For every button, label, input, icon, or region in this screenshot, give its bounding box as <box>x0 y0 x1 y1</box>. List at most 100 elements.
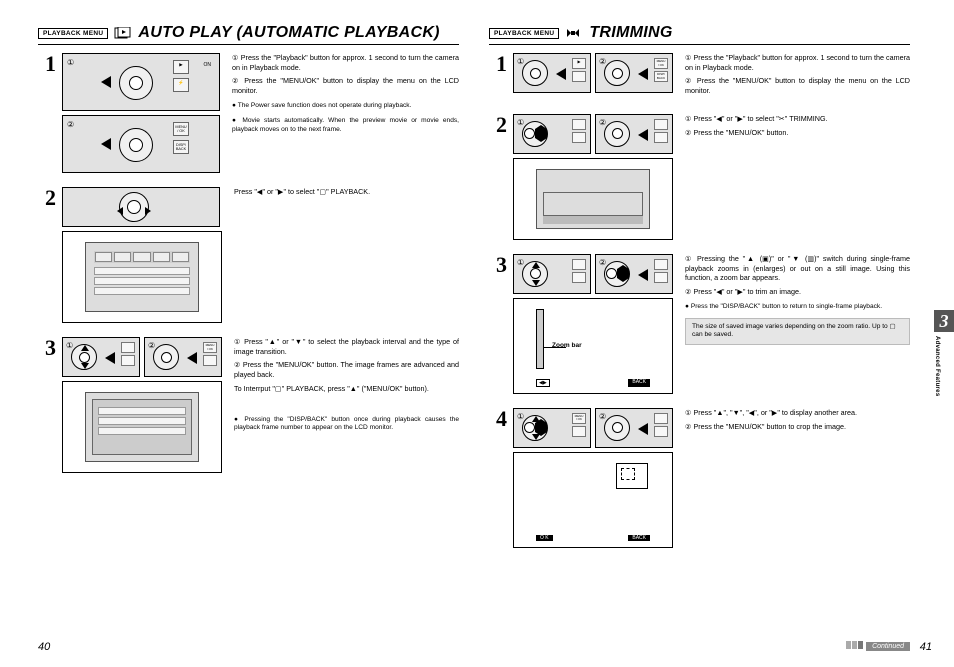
dpad-icon <box>604 121 630 147</box>
down-arrow-icon <box>81 363 89 378</box>
button-column <box>654 413 668 439</box>
instruction-text: ① Press the "Playback" button for approx… <box>232 53 459 72</box>
playback-menu-badge: PLAYBACK MENU <box>38 28 108 39</box>
right-step-2: 2 ① ② <box>489 114 910 240</box>
page-title: TRIMMING <box>589 24 672 42</box>
dpad-icon <box>604 60 630 86</box>
step-number: 3 <box>489 254 507 394</box>
on-label: ON <box>204 62 212 68</box>
lcd-diagram <box>62 381 222 473</box>
continued-bars-icon <box>845 641 863 651</box>
arrow-icon <box>638 269 648 281</box>
button-column <box>654 259 668 285</box>
camera-diagram: ② MENU / OK DISP/ BACK <box>62 115 220 173</box>
note-text: ● Press the "DISP/BACK" button to return… <box>685 303 910 312</box>
continued-label: Continued <box>866 642 910 651</box>
page-title: AUTO PLAY (AUTOMATIC PLAYBACK) <box>138 24 439 42</box>
note-text: ● The Power save function does not opera… <box>232 102 459 111</box>
right-step-4: 4 ① MENU / OK ② <box>489 408 910 548</box>
left-arrow-icon <box>117 207 123 215</box>
instruction-text: ① Press "▲" or "▼" to select the playbac… <box>234 337 459 356</box>
camera-diagram: ① <box>62 337 140 377</box>
instruction-text: ② Press the "MENU/OK" button to display … <box>232 76 459 95</box>
play-button-icon: ▶ <box>173 60 189 74</box>
dpad-icon <box>522 121 548 147</box>
up-arrow-icon <box>532 407 540 422</box>
instruction-text: ② Press "◀" or "▶" to trim an image. <box>685 287 910 297</box>
step-number: 2 <box>489 114 507 240</box>
left-step-3: 3 ① ② MENU / OK <box>38 337 459 473</box>
right-step-3: 3 ① ② <box>489 254 910 394</box>
dpad-icon <box>119 128 153 162</box>
arrow-icon <box>105 352 115 364</box>
instruction-text: ① Press "▲", "▼", "◀", or "▶" to display… <box>685 408 910 418</box>
playback-menu-badge: PLAYBACK MENU <box>489 28 559 39</box>
camera-diagram <box>62 187 220 227</box>
left-step-1: 1 ① ▶ ⚡ ON ② MENU / OK DISP/ BACK <box>38 53 459 173</box>
camera-diagram: ① ▶ ⚡ ON <box>62 53 220 111</box>
step-number: 4 <box>489 408 507 548</box>
ok-label: ◀▶ <box>536 379 550 387</box>
dpad-icon <box>604 415 630 441</box>
camera-diagram: ① <box>513 114 591 154</box>
lcd-diagram: Zoom bar ◀▶ BACK <box>513 298 673 394</box>
right-arrow-icon <box>623 265 629 282</box>
instruction-text: ① Press the "Playback" button for approx… <box>685 53 910 72</box>
instruction-text: ② Press the "MENU/OK" button to display … <box>685 76 910 95</box>
camera-diagram: ② MENU / OK <box>144 337 222 377</box>
page-header-right: PLAYBACK MENU TRIMMING <box>489 24 910 45</box>
right-arrow-icon <box>541 125 547 142</box>
camera-diagram: ① ▶ <box>513 53 591 93</box>
right-arrow-icon <box>541 419 547 436</box>
dpad-icon <box>522 60 548 86</box>
arrow-icon <box>556 68 566 80</box>
chapter-number: 3 <box>934 310 954 332</box>
dpad-icon <box>119 66 153 100</box>
step-number: 3 <box>38 337 56 473</box>
flash-button-icon: ⚡ <box>173 78 189 92</box>
menu-ok-button-icon: MENU / OK <box>173 122 189 136</box>
back-label: BACK <box>628 379 650 387</box>
button-column: MENU / OKDISP/ BACK <box>654 58 668 84</box>
back-label: BACK <box>628 535 650 541</box>
step-number: 1 <box>489 53 507 100</box>
dpad-icon <box>119 192 149 222</box>
arrow-icon <box>638 68 648 80</box>
instruction-text: ① Pressing the "▲ (▣)" or "▼ (▥)" switch… <box>685 254 910 283</box>
instruction-text: ② Press the "MENU/OK" button. <box>685 128 910 138</box>
left-step-2: 2 Press "◀" or "▶" to select "▢" PLAYBAC… <box>38 187 459 323</box>
arrow-icon <box>638 423 648 435</box>
instruction-text: ② Press the "MENU/OK" button to crop the… <box>685 422 910 432</box>
right-arrow-icon <box>145 207 151 215</box>
menu-strip <box>94 251 190 263</box>
note-text: ● Pressing the "DISP/BACK" button once d… <box>234 416 459 434</box>
page-number-left: 40 <box>38 641 50 653</box>
lcd-diagram <box>62 231 222 323</box>
button-column: ▶ <box>572 58 586 84</box>
camera-diagram: ① MENU / OK <box>513 408 591 448</box>
instruction-text: ① Press "◀" or "▶" to select "✂" TRIMMIN… <box>685 114 910 124</box>
arrow-icon <box>101 138 111 150</box>
disp-back-button-icon: DISP/ BACK <box>173 140 189 154</box>
autoplay-icon <box>114 27 132 39</box>
camera-diagram: ① <box>513 254 591 294</box>
note-text: ● Movie starts automatically. When the p… <box>232 117 459 135</box>
info-callout: The size of saved image varies depending… <box>685 318 910 345</box>
menu-rows <box>98 407 186 437</box>
camera-diagram: ② <box>595 114 673 154</box>
button-column <box>654 119 668 145</box>
left-arrow-icon <box>617 265 623 282</box>
right-step-1: 1 ① ▶ ② MENU / OKDISP/ BACK <box>489 53 910 100</box>
instruction-text: ② Press the "MENU/OK" button. The image … <box>234 360 459 379</box>
arrow-icon <box>187 352 197 364</box>
button-column <box>121 342 135 368</box>
button-column <box>572 259 586 285</box>
continued-indicator: Continued <box>845 641 910 651</box>
button-column: MENU / OK <box>572 413 586 439</box>
down-arrow-icon <box>532 434 540 449</box>
ok-label: O K <box>536 535 553 541</box>
up-arrow-icon <box>81 336 89 351</box>
instruction-text: To Interrput "▢" PLAYBACK, press "▲" ("M… <box>234 384 459 394</box>
chapter-tab: 3 Advanced Features <box>934 310 954 396</box>
camera-diagram: ② <box>595 408 673 448</box>
